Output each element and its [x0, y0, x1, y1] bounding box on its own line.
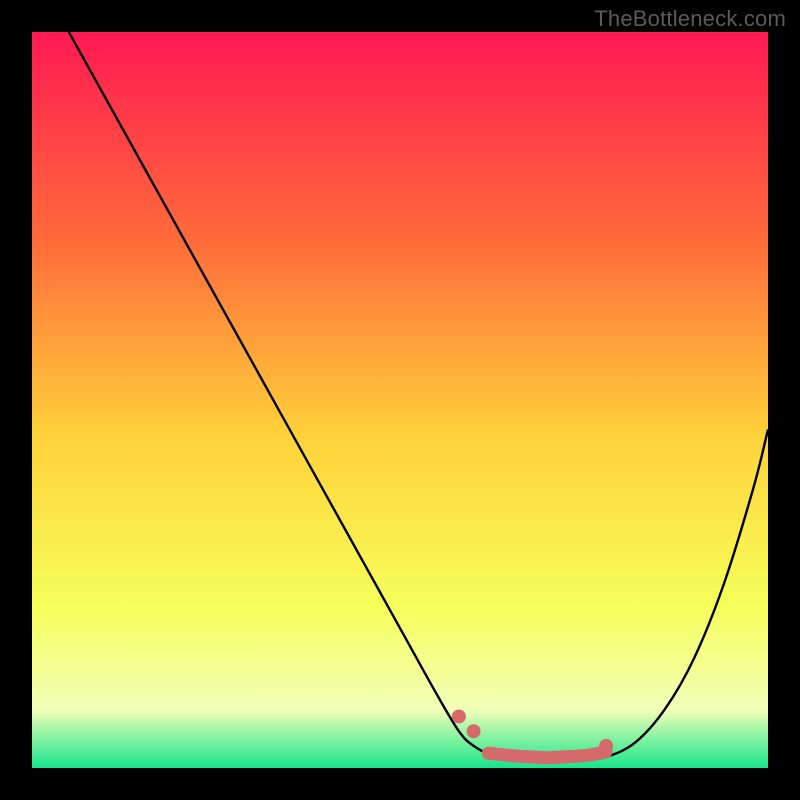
- bottleneck-chart: [32, 32, 768, 768]
- marker-dot: [599, 739, 613, 753]
- plot-area: [32, 32, 768, 768]
- watermark-text: TheBottleneck.com: [594, 6, 786, 32]
- chart-frame: TheBottleneck.com: [0, 0, 800, 800]
- gradient-background: [32, 32, 768, 768]
- marker-dot: [467, 724, 481, 738]
- marker-dot: [452, 709, 466, 723]
- optimal-range-highlight: [488, 752, 606, 758]
